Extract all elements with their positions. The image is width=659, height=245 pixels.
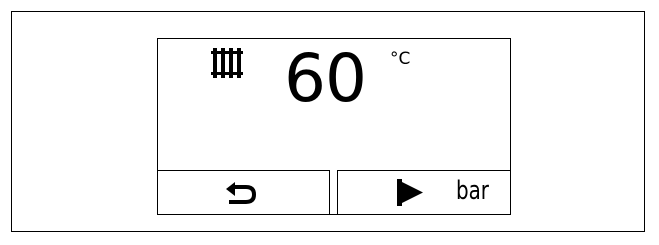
radiator-icon	[211, 48, 243, 78]
temperature-unit: °C	[390, 49, 411, 69]
back-softkey[interactable]	[158, 170, 330, 214]
bar-softkey[interactable]: bar	[337, 170, 510, 214]
bar-softkey-label: bar	[456, 176, 489, 206]
lcd-display: 60 °C bar	[157, 38, 511, 215]
play-arrow-icon	[397, 179, 423, 206]
back-arrow-icon	[226, 182, 256, 204]
temperature-value: 60	[284, 40, 367, 117]
